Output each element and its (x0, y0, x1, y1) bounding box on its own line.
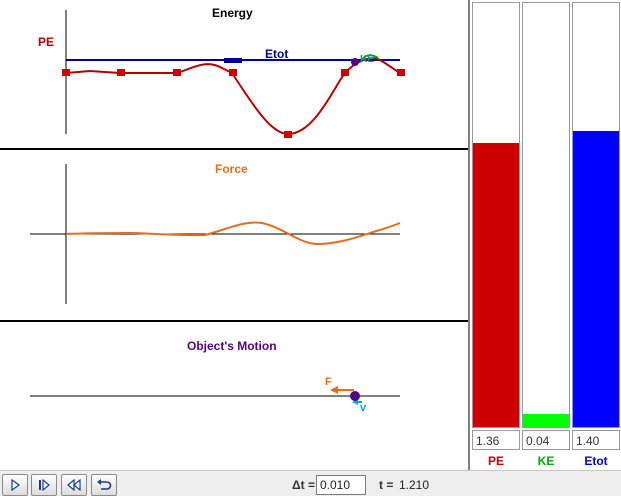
dt-label: Δt = (292, 478, 315, 492)
pe-point (341, 69, 349, 76)
rewind-icon (67, 479, 81, 491)
motion-panel[interactable]: Object's Motion F v (0, 322, 468, 468)
pe-point (117, 69, 125, 76)
pe-bar-column (472, 2, 520, 428)
energy-title: Energy (212, 6, 253, 20)
force-panel[interactable]: Force (0, 150, 468, 320)
energy-bars-panel: 1.36 0.04 1.40 PE KE Etot (468, 0, 621, 470)
play-button[interactable] (2, 474, 28, 496)
etot-bar-label: Etot (584, 454, 608, 468)
pe-point (284, 131, 292, 138)
rewind-button[interactable] (61, 474, 87, 496)
force-curve (65, 221, 401, 246)
pe-point (62, 69, 70, 76)
pe-value: 1.36 (472, 430, 520, 450)
ke-bar-column (522, 2, 570, 428)
pe-point (173, 69, 181, 76)
reset-button[interactable] (91, 474, 117, 496)
ke-label: KE (360, 54, 374, 65)
dt-input[interactable]: 0.010 (316, 475, 366, 495)
reset-icon (97, 479, 112, 490)
etot-bar-fill (573, 131, 619, 427)
ke-bar-fill (523, 414, 569, 427)
energy-panel[interactable]: Energy PE Etot KE (0, 0, 468, 148)
etot-value: 1.40 (572, 430, 620, 450)
velocity-arrow-label: v (360, 402, 367, 414)
object-marker (351, 58, 359, 66)
pe-axis-label: PE (38, 35, 55, 49)
force-arrow-label: F (325, 376, 332, 388)
etot-bar-column (572, 2, 620, 428)
pe-bar-label: PE (487, 454, 504, 468)
t-label: t = (379, 478, 394, 492)
pe-point (397, 69, 405, 76)
energy-graph[interactable] (0, 0, 468, 148)
step-button[interactable] (31, 474, 57, 496)
play-icon (11, 479, 21, 491)
pe-point (229, 69, 237, 76)
moving-object[interactable] (350, 391, 360, 401)
control-toolbar: Δt = 0.010 t = 1.210 (0, 470, 621, 496)
pe-bar-fill (473, 142, 519, 427)
etot-handle (224, 58, 242, 63)
pe-control-points (62, 69, 405, 138)
ke-bar-label: KE (537, 454, 555, 468)
t-value: 1.210 (399, 478, 430, 492)
etot-label: Etot (265, 47, 289, 61)
ke-value: 0.04 (522, 430, 570, 450)
motion-title: Object's Motion (187, 339, 277, 353)
step-icon (39, 479, 50, 491)
force-title: Force (215, 162, 248, 176)
